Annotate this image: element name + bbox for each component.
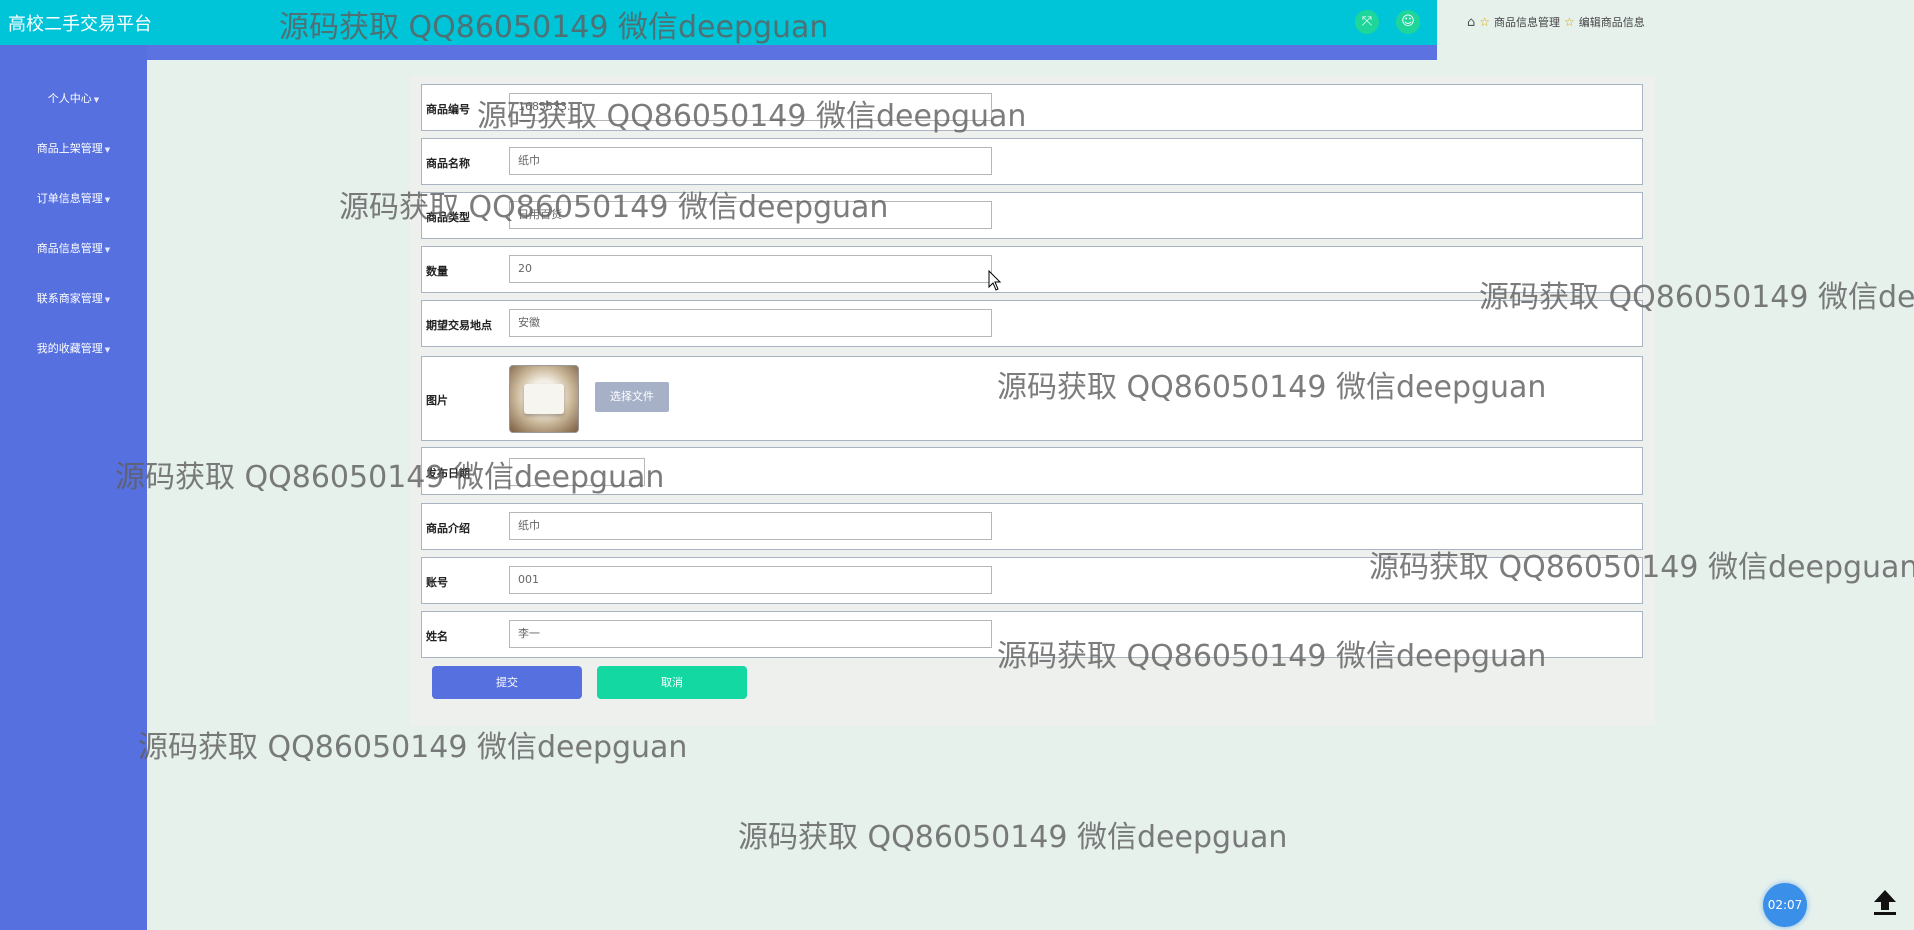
breadcrumb: ⌂ ☆ 商品信息管理 ☆ 编辑商品信息 xyxy=(1467,14,1645,30)
product-id-field[interactable]: 1685533... xyxy=(509,93,992,121)
field-label: 期望交易地点 xyxy=(426,319,492,332)
field-label: 商品介绍 xyxy=(426,522,470,535)
app-title: 高校二手交易平台 xyxy=(8,14,152,35)
field-label: 发布日期 xyxy=(426,467,470,480)
watermark-text: 源码获取 QQ86050149 微信deepguan xyxy=(738,820,1288,855)
watermark-text: 源码获取 QQ86050149 微信deepguan xyxy=(138,730,688,765)
product-image-thumbnail xyxy=(509,365,579,433)
form-row-trade-location: 期望交易地点 安徽 xyxy=(421,300,1643,347)
top-bar-underline xyxy=(147,45,1437,60)
breadcrumb-item[interactable]: 商品信息管理 xyxy=(1494,14,1560,30)
sidebar-item-label: 我的收藏管理 xyxy=(36,342,103,355)
field-label: 数量 xyxy=(426,265,448,278)
user-icon[interactable]: ☺ xyxy=(1396,10,1420,34)
back-to-top-icon[interactable] xyxy=(1870,886,1900,916)
chevron-down-icon: ▼ xyxy=(104,196,111,204)
form-row-name: 姓名 李一 xyxy=(421,611,1643,658)
sidebar-item-contact-merchant[interactable]: 联系商家管理 ▼ xyxy=(0,290,147,306)
sidebar-item-personal-center[interactable]: 个人中心 ▼ xyxy=(0,90,147,106)
cancel-button[interactable]: 取消 xyxy=(597,666,747,699)
form-row-product-name: 商品名称 纸巾 xyxy=(421,138,1643,185)
form-row-image: 图片 选择文件 xyxy=(421,356,1643,441)
timer-badge[interactable]: 02:07 xyxy=(1763,883,1807,927)
field-label: 商品名称 xyxy=(426,157,470,170)
product-name-field[interactable]: 纸巾 xyxy=(509,147,992,175)
home-icon[interactable]: ⌂ xyxy=(1467,15,1475,30)
chevron-down-icon: ▼ xyxy=(104,246,111,254)
field-label: 商品类型 xyxy=(426,211,470,224)
name-field[interactable]: 李一 xyxy=(509,620,992,648)
chevron-down-icon: ▼ xyxy=(104,346,111,354)
sidebar-item-label: 商品信息管理 xyxy=(36,242,103,255)
publish-date-field[interactable] xyxy=(509,458,645,486)
field-label: 商品编号 xyxy=(426,103,470,116)
top-bar: 高校二手交易平台 ⤧ ☺ xyxy=(0,0,1437,45)
submit-button[interactable]: 提交 xyxy=(432,666,582,699)
fullscreen-icon[interactable]: ⤧ xyxy=(1355,10,1379,34)
sidebar-item-orders[interactable]: 订单信息管理 ▼ xyxy=(0,190,147,206)
sidebar-item-label: 个人中心 xyxy=(47,92,92,105)
product-intro-field[interactable]: 纸巾 xyxy=(509,512,992,540)
sidebar-item-favorites[interactable]: 我的收藏管理 ▼ xyxy=(0,340,147,356)
chevron-down-icon: ▼ xyxy=(104,296,111,304)
star-icon: ☆ xyxy=(1479,15,1491,29)
form-row-product-intro: 商品介绍 纸巾 xyxy=(421,503,1643,550)
form-row-publish-date: 发布日期 xyxy=(421,447,1643,495)
sidebar: 个人中心 ▼ 商品上架管理 ▼ 订单信息管理 ▼ 商品信息管理 ▼ 联系商家管理 ▼ 我的… xyxy=(0,45,147,930)
form-row-product-type: 商品类型 日用百货 xyxy=(421,192,1643,239)
field-label: 图片 xyxy=(426,394,448,407)
sidebar-item-product-info[interactable]: 商品信息管理 ▼ xyxy=(0,240,147,256)
account-field[interactable]: 001 xyxy=(509,566,992,594)
field-label: 姓名 xyxy=(426,630,448,643)
product-type-field[interactable]: 日用百货 xyxy=(509,201,992,229)
chevron-down-icon: ▼ xyxy=(93,96,100,104)
form-row-product-id: 商品编号 1685533... xyxy=(421,84,1643,131)
tissue-box-image xyxy=(524,384,564,414)
sidebar-item-product-listing[interactable]: 商品上架管理 ▼ xyxy=(0,140,147,156)
trade-location-field[interactable]: 安徽 xyxy=(509,309,992,337)
form-row-quantity: 数量 20 xyxy=(421,246,1643,293)
sidebar-item-label: 联系商家管理 xyxy=(36,292,103,305)
star-icon: ☆ xyxy=(1564,15,1575,29)
breadcrumb-item: 编辑商品信息 xyxy=(1578,16,1645,29)
field-label: 账号 xyxy=(426,576,448,589)
form-row-account: 账号 001 xyxy=(421,557,1643,604)
sidebar-item-label: 商品上架管理 xyxy=(36,142,103,155)
quantity-field[interactable]: 20 xyxy=(509,255,992,283)
chevron-down-icon: ▼ xyxy=(104,146,111,154)
choose-file-button[interactable]: 选择文件 xyxy=(595,382,669,412)
mouse-cursor-icon xyxy=(988,270,1002,291)
sidebar-item-label: 订单信息管理 xyxy=(36,192,103,205)
